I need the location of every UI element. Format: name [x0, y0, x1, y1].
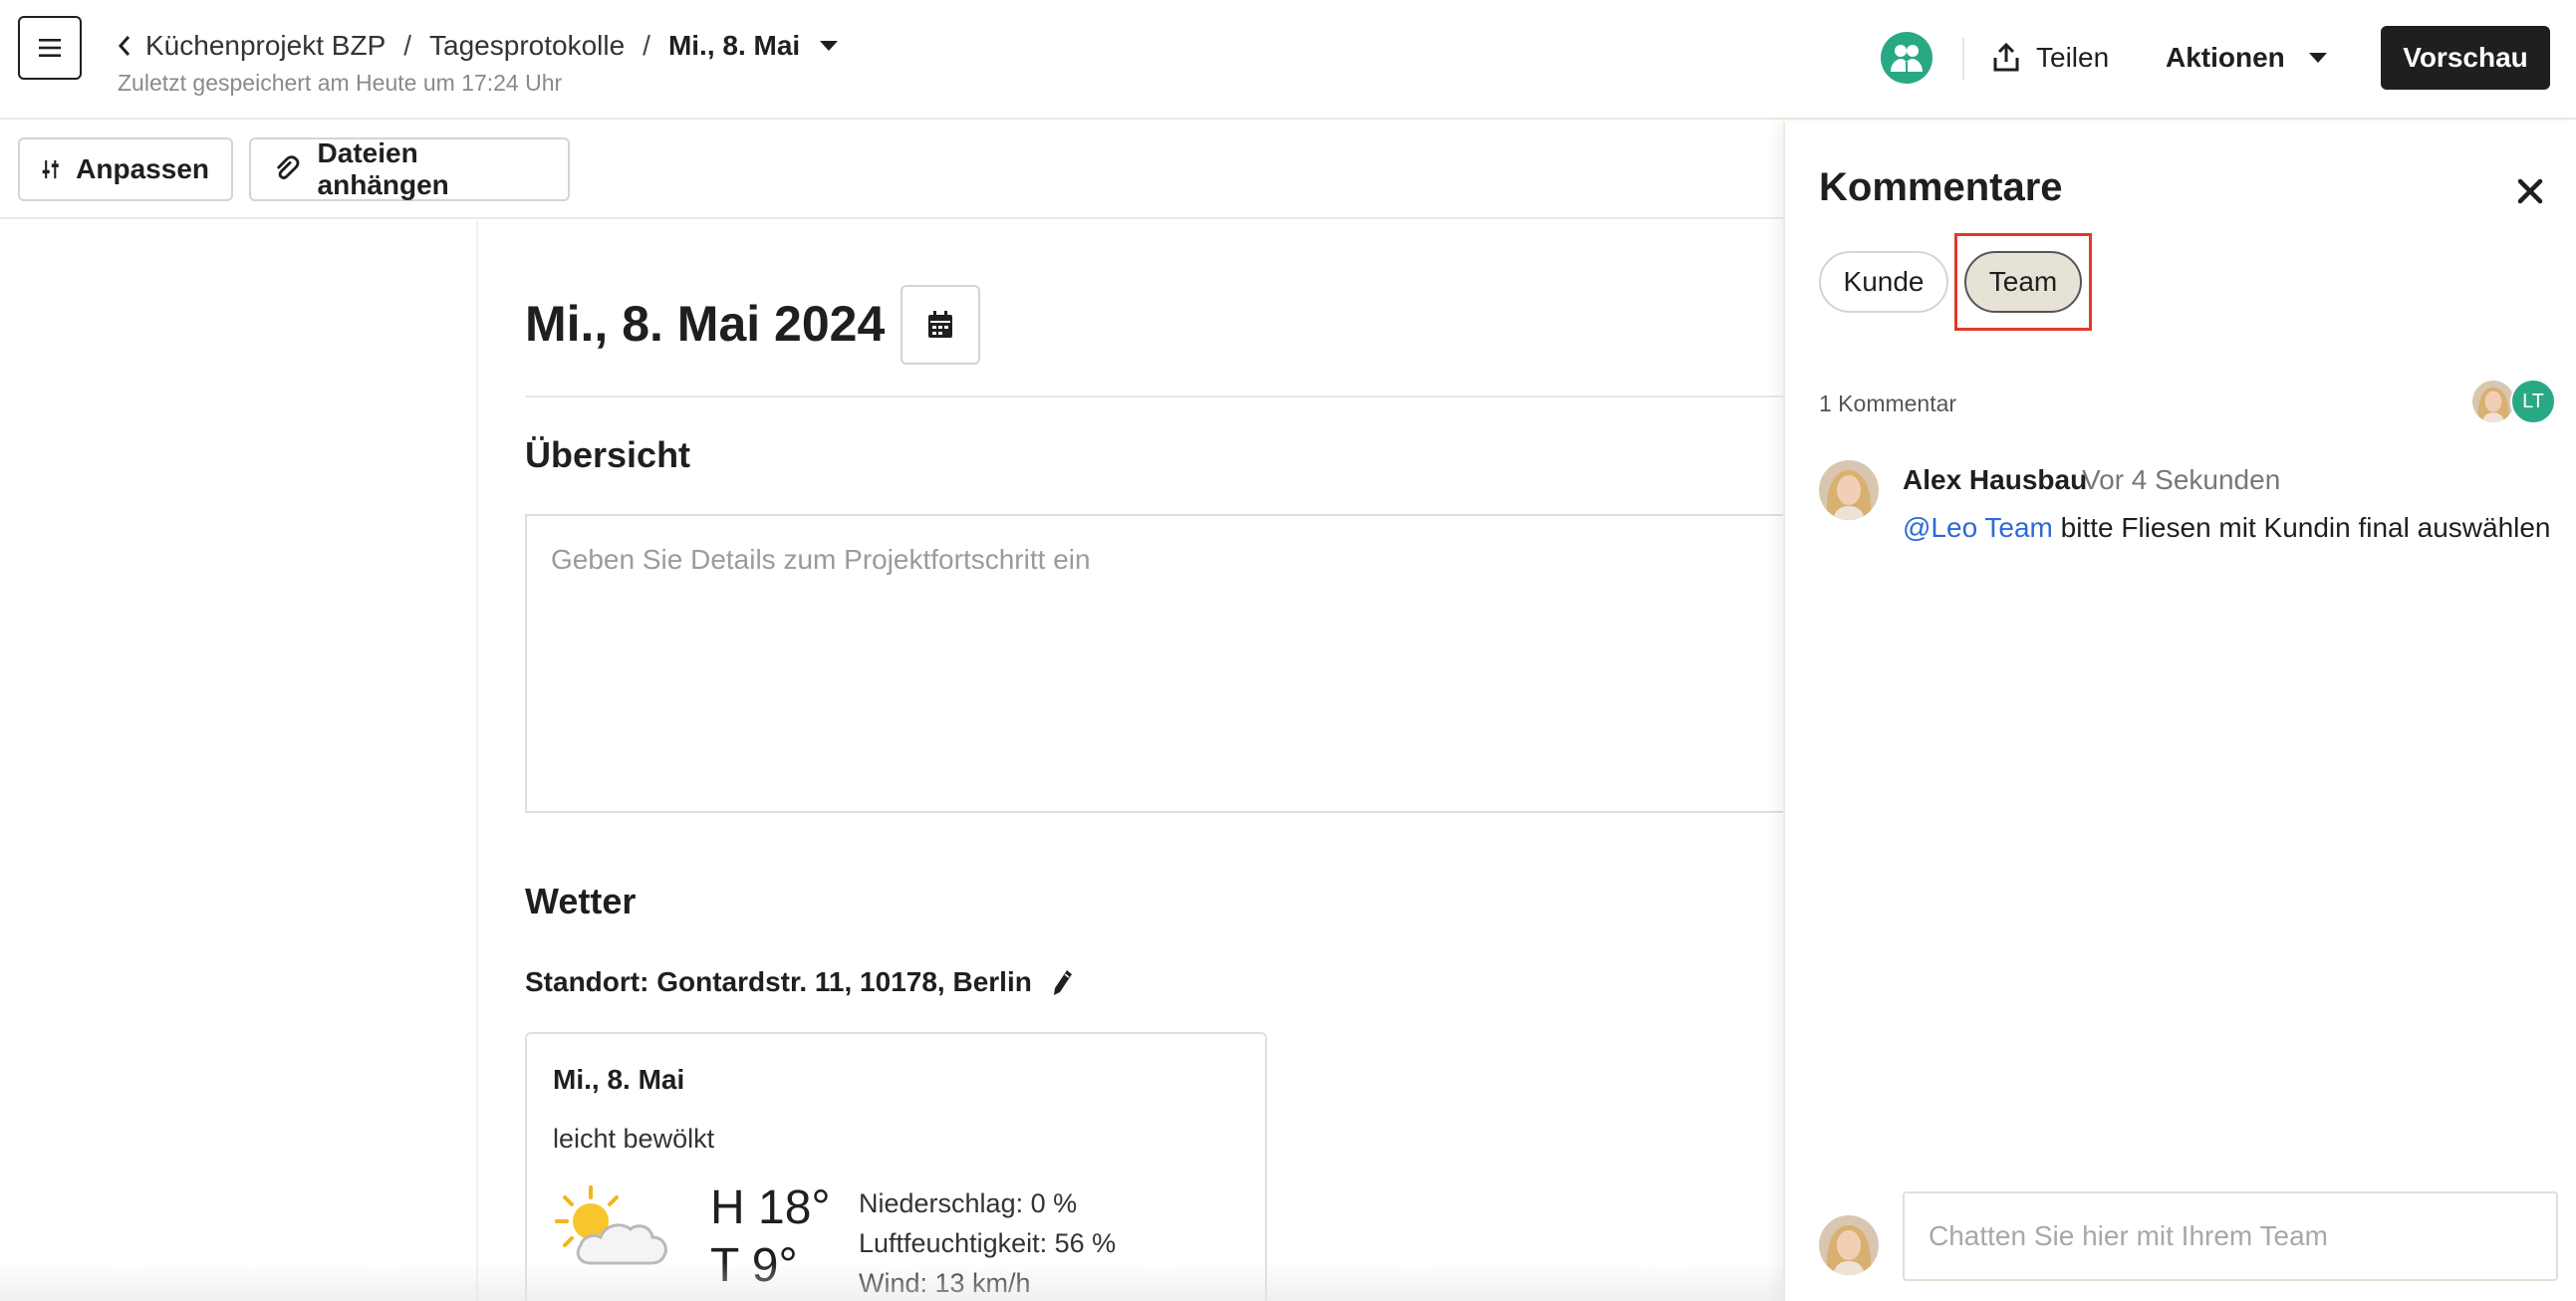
team-avatar[interactable]: [1881, 32, 1932, 84]
breadcrumb-project[interactable]: Küchenprojekt BZP: [145, 30, 386, 62]
header-divider: [1962, 38, 1964, 80]
breadcrumb-separator: /: [403, 30, 412, 61]
overview-heading: Übersicht: [525, 434, 691, 475]
calendar-icon: [928, 311, 952, 338]
hamburger-icon: [39, 39, 61, 57]
weather-humidity: Luftfeuchtigkeit: 56 %: [859, 1228, 1117, 1258]
comments-panel: Kommentare Kunde Team 1 Kommentar LT Ale…: [1783, 122, 2576, 1301]
location-text: Standort: Gontardstr. 11, 10178, Berlin: [525, 966, 1032, 997]
user-photo-icon: [1819, 460, 1879, 520]
partly-cloudy-icon: [555, 1185, 667, 1265]
share-label: Teilen: [2036, 42, 2110, 73]
comment-text: bitte Fliesen mit Kundin final auswählen: [2052, 512, 2551, 543]
attach-files-button[interactable]: Dateien anhängen: [249, 137, 570, 201]
pencil-icon[interactable]: [1052, 968, 1074, 996]
weather-high: H 18°: [710, 1181, 831, 1234]
weather-precipitation: Niederschlag: 0 %: [859, 1188, 1078, 1218]
weather-wind: Wind: 13 km/h: [859, 1268, 1031, 1298]
weather-details: Niederschlag: 0 % Luftfeuchtigkeit: 56 %…: [859, 1183, 1116, 1301]
user-photo-icon: [1819, 1215, 1879, 1275]
close-button[interactable]: [2510, 171, 2550, 211]
avatar: [1819, 1215, 1879, 1275]
share-button[interactable]: Teilen: [1992, 34, 2109, 82]
divider: [525, 395, 1783, 397]
breadcrumb: Küchenprojekt BZP / Tagesprotokolle / Mi…: [118, 26, 839, 66]
preview-button[interactable]: Vorschau: [2381, 26, 2550, 90]
comment-timestamp: Vor 4 Sekunden: [2082, 464, 2281, 495]
overview-textarea[interactable]: [525, 514, 1800, 813]
share-icon: [1993, 43, 2019, 72]
user-photo-icon: [2472, 381, 2514, 422]
calendar-button[interactable]: [901, 285, 980, 365]
weather-low: T 9°: [710, 1239, 798, 1292]
actions-label: Aktionen: [2166, 42, 2285, 73]
weather-temperature: H 18° T 9°: [710, 1179, 831, 1295]
team-members-icon: [1891, 45, 1923, 72]
app-header: Küchenprojekt BZP / Tagesprotokolle / Mi…: [0, 0, 2576, 120]
weather-description: leicht bewölkt: [553, 1124, 715, 1154]
avatar: [1819, 460, 1879, 520]
weather-card: Mi., 8. Mai leicht bewölkt H 18° T 9° Ni…: [525, 1032, 1267, 1301]
weather-location: Standort: Gontardstr. 11, 10178, Berlin: [525, 962, 1074, 1002]
close-icon: [2517, 178, 2543, 204]
breadcrumb-separator: /: [643, 30, 650, 61]
weather-heading: Wetter: [525, 881, 637, 921]
mention-link[interactable]: @Leo Team: [1903, 512, 2053, 543]
participant-avatars: LT: [2470, 379, 2566, 424]
customize-button[interactable]: Anpassen: [18, 137, 233, 201]
customize-label: Anpassen: [76, 153, 209, 184]
comment-author: Alex Hausbau: [1903, 464, 2088, 495]
chevron-left-icon[interactable]: [118, 35, 131, 57]
tab-team[interactable]: Team: [1964, 251, 2082, 313]
comment-count: 1 Kommentar: [1819, 390, 1957, 416]
attach-files-label: Dateien anhängen: [317, 137, 449, 200]
sliders-icon: [42, 159, 59, 179]
last-saved-status: Zuletzt gespeichert am Heute um 17:24 Uh…: [118, 70, 563, 96]
chat-input[interactable]: [1903, 1191, 2558, 1281]
actions-dropdown[interactable]: Aktionen: [2166, 34, 2327, 82]
breadcrumb-current[interactable]: Mi., 8. Mai: [668, 30, 800, 62]
menu-button[interactable]: [18, 16, 82, 80]
breadcrumb-section[interactable]: Tagesprotokolle: [429, 30, 625, 62]
toolbar: Anpassen Dateien anhängen: [0, 122, 1783, 219]
comment-body: @Leo Team bitte Fliesen mit Kundin final…: [1903, 512, 2551, 544]
paperclip-icon: [277, 155, 300, 180]
tab-customer[interactable]: Kunde: [1819, 251, 1948, 313]
page-title: Mi., 8. Mai 2024: [525, 296, 886, 352]
chevron-down-icon: [2308, 53, 2327, 63]
panel-title: Kommentare: [1819, 165, 2063, 209]
weather-date: Mi., 8. Mai: [553, 1064, 685, 1095]
chevron-down-icon[interactable]: [820, 41, 839, 51]
avatar-initials: LT: [2510, 379, 2556, 424]
